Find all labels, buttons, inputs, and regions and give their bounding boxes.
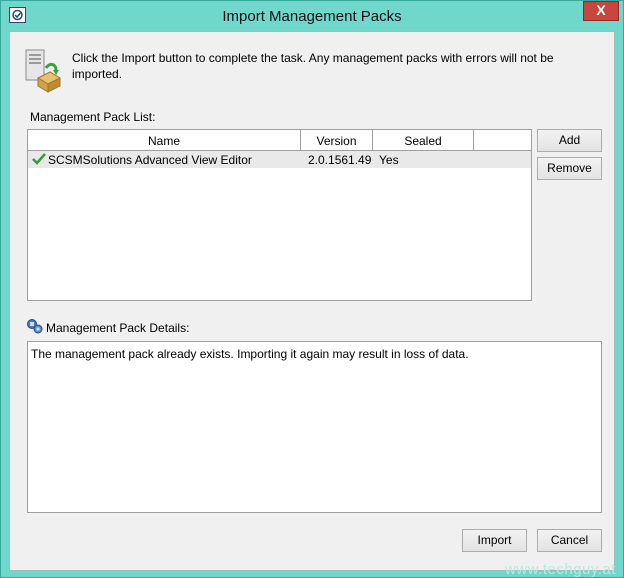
management-pack-list[interactable]: Name Version Sealed SCSMSolutions Advanc… [27, 129, 532, 301]
instruction-text: Click the Import button to complete the … [72, 51, 554, 81]
remove-button[interactable]: Remove [537, 157, 602, 180]
close-icon: X [596, 2, 606, 18]
list-header: Name Version Sealed [28, 130, 531, 151]
add-button[interactable]: Add [537, 129, 602, 152]
management-pack-list-label: Management Pack List: [30, 110, 156, 124]
row-name: SCSMSolutions Advanced View Editor [48, 153, 252, 167]
close-button[interactable]: X [583, 1, 619, 21]
cancel-button[interactable]: Cancel [537, 529, 602, 552]
column-header-version[interactable]: Version [301, 130, 373, 150]
column-header-sealed[interactable]: Sealed [373, 130, 474, 150]
details-textbox[interactable]: The management pack already exists. Impo… [27, 341, 602, 513]
import-package-icon [24, 48, 62, 94]
title-bar[interactable]: Import Management Packs X [1, 1, 623, 31]
watermark-text: www.techguy.at [505, 561, 616, 578]
management-pack-details-label: Management Pack Details: [46, 321, 190, 335]
details-icon [27, 319, 43, 334]
row-version: 2.0.1561.49 [308, 153, 372, 167]
row-sealed: Yes [379, 153, 399, 167]
window-title: Import Management Packs [222, 8, 402, 25]
import-button[interactable]: Import [462, 529, 527, 552]
check-icon [32, 153, 46, 165]
import-dialog-window: Import Management Packs X Click the Impo… [0, 0, 624, 578]
table-row[interactable]: SCSMSolutions Advanced View Editor 2.0.1… [28, 151, 531, 168]
column-header-filler [474, 130, 531, 150]
dialog-client-area: Click the Import button to complete the … [9, 31, 615, 571]
column-header-name[interactable]: Name [28, 130, 301, 150]
